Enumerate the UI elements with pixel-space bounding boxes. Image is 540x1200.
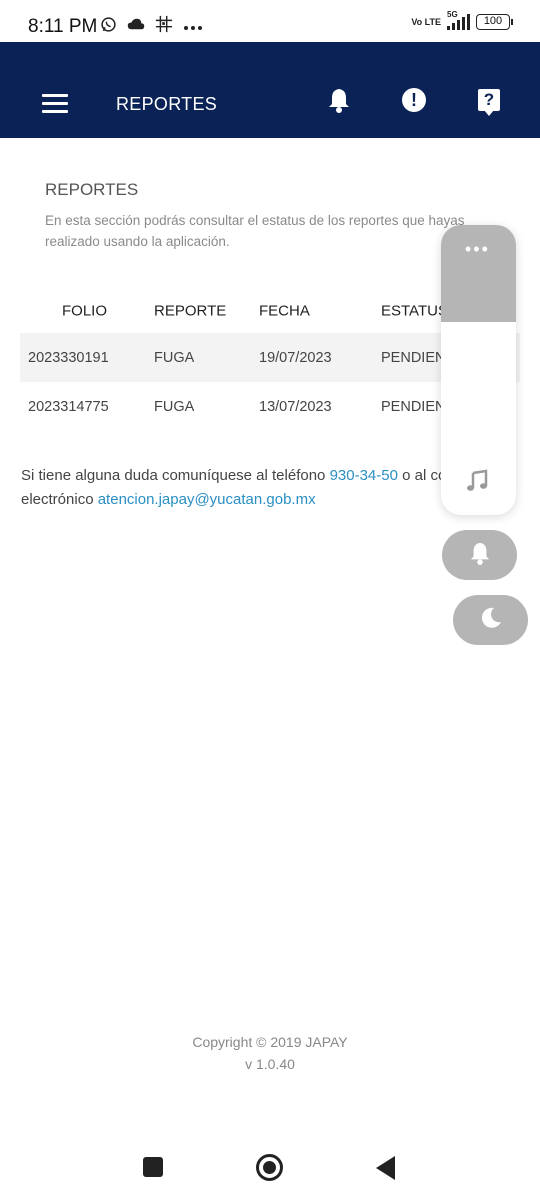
grid-icon [155, 15, 173, 38]
cell-fecha: 19/07/2023 [259, 349, 332, 366]
moon-icon [479, 606, 503, 635]
system-nav-bar [0, 1135, 540, 1200]
cell-reporte: FUGA [154, 349, 195, 366]
status-bar: 8:11 PM Vo LTE 5G 100 [0, 0, 540, 42]
alert-icon[interactable]: ! [401, 87, 427, 113]
bell-icon [469, 541, 491, 570]
signal-icon: 5G [447, 10, 470, 30]
more-options-icon[interactable]: ••• [465, 239, 490, 260]
email-link[interactable]: atencion.japay@yucatan.gob.mx [98, 491, 316, 508]
battery-icon: 100 [476, 14, 513, 30]
cloud-icon [127, 17, 145, 36]
whatsapp-icon [100, 16, 117, 38]
back-button[interactable] [376, 1156, 395, 1180]
bell-icon[interactable] [326, 87, 352, 113]
menu-icon[interactable] [42, 94, 68, 114]
section-description: En esta sección podrás consultar el esta… [45, 213, 465, 249]
help-icon[interactable]: ? [476, 87, 502, 116]
column-header-folio: FOLIO [62, 302, 108, 319]
cell-fecha: 13/07/2023 [259, 398, 332, 415]
network-type: 5G [447, 10, 458, 19]
volte-indicator: Vo LTE [411, 16, 441, 27]
contact-text-1: Si tiene alguna duda comuníquese al telé… [21, 467, 330, 484]
version-text: v 1.0.40 [245, 1056, 295, 1072]
column-header-reporte: REPORTE [154, 302, 227, 319]
copyright-text: Copyright © 2019 JAPAY [192, 1034, 348, 1050]
app-header: REPORTES ! ? [0, 42, 540, 138]
header-title: REPORTES [116, 94, 218, 114]
volume-panel[interactable]: ••• [441, 225, 516, 515]
status-time: 8:11 PM [28, 16, 98, 37]
do-not-disturb-button[interactable] [453, 595, 528, 645]
status-notification-icons [100, 15, 203, 38]
recents-button[interactable] [143, 1157, 163, 1177]
music-note-icon [465, 469, 489, 499]
cell-folio: 2023330191 [28, 349, 109, 366]
cell-folio: 2023314775 [28, 398, 109, 415]
status-system-icons: Vo LTE 5G 100 [411, 10, 513, 30]
home-button[interactable] [256, 1154, 283, 1181]
cell-reporte: FUGA [154, 398, 195, 415]
volume-slider-fill[interactable]: ••• [441, 225, 516, 322]
ring-mode-button[interactable] [442, 530, 517, 580]
column-header-fecha: FECHA [259, 302, 310, 319]
phone-link[interactable]: 930-34-50 [330, 467, 398, 484]
section-title: REPORTES [45, 180, 139, 199]
more-dots-icon [183, 18, 203, 36]
